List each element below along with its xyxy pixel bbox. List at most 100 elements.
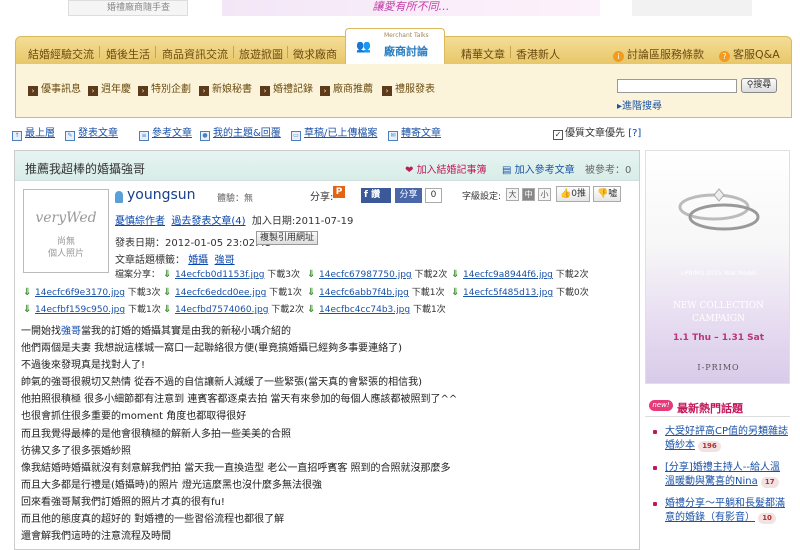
boo-label: 噓 bbox=[608, 189, 618, 199]
attachment[interactable]: ⇓ 14ecfc9a8944f6.jpg 下載2次 bbox=[451, 267, 589, 281]
attachment[interactable]: ⇓ 14ecfbf159c950.jpg 下載1次 bbox=[23, 302, 161, 316]
add-to-notebook-link[interactable]: ❤ 加入結婚記事簿 bbox=[405, 161, 487, 176]
attachment[interactable]: ⇓ 14ecfc6abb7f4b.jpg 下載1次 bbox=[307, 285, 444, 299]
user-status-icon bbox=[115, 191, 123, 203]
user-icon: ● bbox=[200, 131, 210, 141]
customer-qa-link[interactable]: ? 客服Q&A bbox=[719, 46, 780, 62]
drafts-link[interactable]: ▭ 草稿/已上傳檔案 bbox=[291, 124, 377, 141]
tab-product-info[interactable]: 商品資訊交流 bbox=[162, 46, 228, 62]
toolbar-label: 我的主題&回覆 bbox=[213, 128, 281, 139]
body-line: 帥氣的強哥很親切又熱情 從吞不過的自信讓新人減緩了一些緊張(當天真的會緊張的相信… bbox=[21, 377, 422, 389]
attachment-link[interactable]: 14ecfbf159c950.jpg bbox=[35, 305, 125, 315]
tab-merchant-talk[interactable]: 👥 Merchant Talks 廠商討論 bbox=[345, 28, 445, 64]
subnav-item-record[interactable]: › 婚禮記錄 bbox=[260, 80, 313, 96]
bullet-icon bbox=[653, 430, 657, 434]
reference-post-link[interactable]: ≡ 參考文章 bbox=[139, 124, 192, 141]
download-arrow-icon: ⇓ bbox=[307, 287, 316, 298]
attachment[interactable]: ⇓ 14ecfc67987750.jpg 下載2次 bbox=[307, 267, 447, 281]
download-count: 下載3次 bbox=[267, 270, 301, 280]
facebook-share-button[interactable]: 分享 bbox=[395, 188, 422, 203]
facebook-icon: f bbox=[364, 190, 372, 200]
author-profile-link[interactable]: 憂慎綜作者 bbox=[115, 216, 165, 227]
download-arrow-icon: ⇓ bbox=[307, 304, 316, 315]
ad-date: 1.1 Thu – 1.31 Sat bbox=[673, 333, 764, 343]
forum-rules-link[interactable]: i 討論區服務條款 bbox=[613, 46, 704, 62]
list-item[interactable]: 大受好評高CP值的另類雜誌婚紗本 196 bbox=[645, 425, 790, 453]
tab-separator bbox=[233, 46, 234, 58]
tab-merchant-label: 廠商討論 bbox=[384, 45, 428, 58]
post-date: 發表日期：2012-01-05 23:02:43 bbox=[115, 238, 272, 249]
list-item[interactable]: 婚禮分享～平躺和長髮都滿意的婚錄（有影音） 10 bbox=[645, 497, 790, 525]
attachment-link[interactable]: 14ecfc9a8944f6.jpg bbox=[463, 270, 553, 280]
quality-priority-checkbox[interactable]: ✓ bbox=[553, 130, 563, 140]
subnav-item-anniversary[interactable]: › 週年慶 bbox=[88, 80, 131, 96]
tab-wedding-exp[interactable]: 結婚經驗交流 bbox=[28, 46, 94, 62]
copy-url-button[interactable]: 複製引用網址 bbox=[256, 231, 319, 245]
tag-link[interactable]: 強哥 bbox=[215, 255, 235, 266]
download-arrow-icon: ⇓ bbox=[163, 269, 172, 280]
pencil-icon: ✎ bbox=[65, 131, 75, 141]
vendor-search-banner[interactable]: 婚禮廠商隨手查 bbox=[68, 0, 188, 16]
attachment[interactable]: ⇓ 14ecfc5f485d13.jpg 下載0次 bbox=[451, 285, 589, 299]
like-button[interactable]: 👍0推 bbox=[556, 186, 590, 202]
subnav-item-recommend[interactable]: › 廠商推薦 bbox=[320, 80, 373, 96]
author-username[interactable]: youngsun bbox=[127, 187, 196, 203]
thumbs-up-icon: 👍 bbox=[560, 189, 572, 199]
attachment-link[interactable]: 14ecfbd7574060.jpg bbox=[175, 305, 268, 315]
attachment-link[interactable]: 14ecfcb0d1153f.jpg bbox=[175, 270, 264, 280]
past-posts-link[interactable]: 過去發表文章(4) bbox=[171, 216, 245, 227]
tab-seek-vendor[interactable]: 徵求廠商 bbox=[293, 46, 337, 62]
attachment-link[interactable]: 14ecfbc4cc74b3.jpg bbox=[319, 305, 410, 315]
attachment[interactable]: ⇓ 14ecfbd7574060.jpg 下載2次 bbox=[163, 302, 304, 316]
tab-after-wedding[interactable]: 婚後生活 bbox=[106, 46, 150, 62]
add-to-reference-link[interactable]: ▤ 加入參考文章 bbox=[502, 161, 575, 176]
font-size-large[interactable]: 大 bbox=[506, 188, 519, 201]
subnav-item-stylist[interactable]: › 新娘秘書 bbox=[199, 80, 252, 96]
subnav-item-news[interactable]: › 優事訊息 bbox=[28, 80, 81, 96]
ring-ad-banner[interactable]: I-PRIMO 2015 Year Model NEW COLLECTION C… bbox=[645, 150, 790, 384]
body-line: 而且他的態度真的超好的 對婚禮的一些習俗流程也都很了解 bbox=[21, 514, 285, 526]
download-count: 下載1次 bbox=[269, 288, 302, 298]
list-item[interactable]: [分享]婚禮主持人--給人溫溫暖動與驚喜的Nina 17 bbox=[645, 461, 790, 489]
help-link[interactable]: [?] bbox=[628, 128, 641, 139]
promo-banner[interactable]: 讓愛有所不同… bbox=[222, 0, 600, 16]
attachment-link[interactable]: 14ecfc6edcd0ee.jpg bbox=[175, 288, 266, 298]
attachment-link[interactable]: 14ecfc5f485d13.jpg bbox=[463, 288, 553, 298]
facebook-like-label: 讚 bbox=[371, 190, 381, 200]
subnav-item-special[interactable]: › 特別企劃 bbox=[138, 80, 191, 96]
tag-link[interactable]: 婚攝 bbox=[188, 255, 208, 266]
advanced-search-link[interactable]: ▸進階搜尋 bbox=[617, 97, 662, 112]
download-arrow-icon: ⇓ bbox=[163, 287, 172, 298]
new-post-link[interactable]: ✎ 發表文章 bbox=[65, 124, 118, 141]
attachment[interactable]: ⇓ 14ecfcb0d1153f.jpg 下載3次 bbox=[163, 267, 301, 281]
tab-hongkong[interactable]: 香港新人 bbox=[516, 46, 560, 62]
subnav-item-gown[interactable]: › 禮服發表 bbox=[382, 80, 435, 96]
font-size-small[interactable]: 小 bbox=[538, 188, 551, 201]
top-level-link[interactable]: ↑ 最上層 bbox=[12, 124, 55, 141]
search-input[interactable] bbox=[617, 79, 737, 93]
top-banner-area: 婚禮廠商隨手查 讓愛有所不同… bbox=[0, 0, 800, 22]
attachment[interactable]: ⇓ 14ecfc6edcd0ee.jpg 下載1次 bbox=[163, 285, 302, 299]
my-topics-link[interactable]: ● 我的主題&回覆 bbox=[200, 124, 281, 141]
files-label: 檔案分享： bbox=[115, 270, 161, 280]
attachment-link[interactable]: 14ecfc6abb7f4b.jpg bbox=[319, 288, 409, 298]
ring-banner[interactable] bbox=[632, 0, 752, 16]
forward-post-link[interactable]: ✉ 轉寄文章 bbox=[388, 124, 441, 141]
mention-link[interactable]: 強哥 bbox=[61, 326, 81, 337]
download-arrow-icon: ⇓ bbox=[23, 304, 32, 315]
attachment-link[interactable]: 14ecfc6f9e3170.jpg bbox=[35, 288, 125, 298]
tab-featured[interactable]: 精華文章 bbox=[461, 46, 505, 62]
attachment[interactable]: ⇓ 14ecfc6f9e3170.jpg 下載3次 bbox=[23, 285, 161, 299]
reply-count: 196 bbox=[698, 441, 721, 452]
plurk-icon[interactable]: P bbox=[333, 186, 345, 198]
font-size-medium[interactable]: 中 bbox=[522, 188, 535, 201]
attachment-link[interactable]: 14ecfc67987750.jpg bbox=[319, 270, 412, 280]
body-line: 回來看強哥幫我們訂婚照的照片才真的很有fu! bbox=[21, 496, 225, 508]
body-line: 而且我覺得最棒的是他會很積極的解新人多拍一些美美的合照 bbox=[21, 428, 291, 440]
attachment[interactable]: ⇓ 14ecfbc4cc74b3.jpg 下載1次 bbox=[307, 302, 446, 316]
tab-travel[interactable]: 旅遊掀圖 bbox=[239, 46, 283, 62]
search-button[interactable]: ⚲搜尋 bbox=[741, 78, 777, 93]
avatar[interactable]: veryWed 尚無 個人照片 bbox=[23, 189, 109, 273]
facebook-like-button[interactable]: f 讚 bbox=[361, 188, 391, 203]
boo-button[interactable]: 👎噓 bbox=[593, 186, 622, 202]
